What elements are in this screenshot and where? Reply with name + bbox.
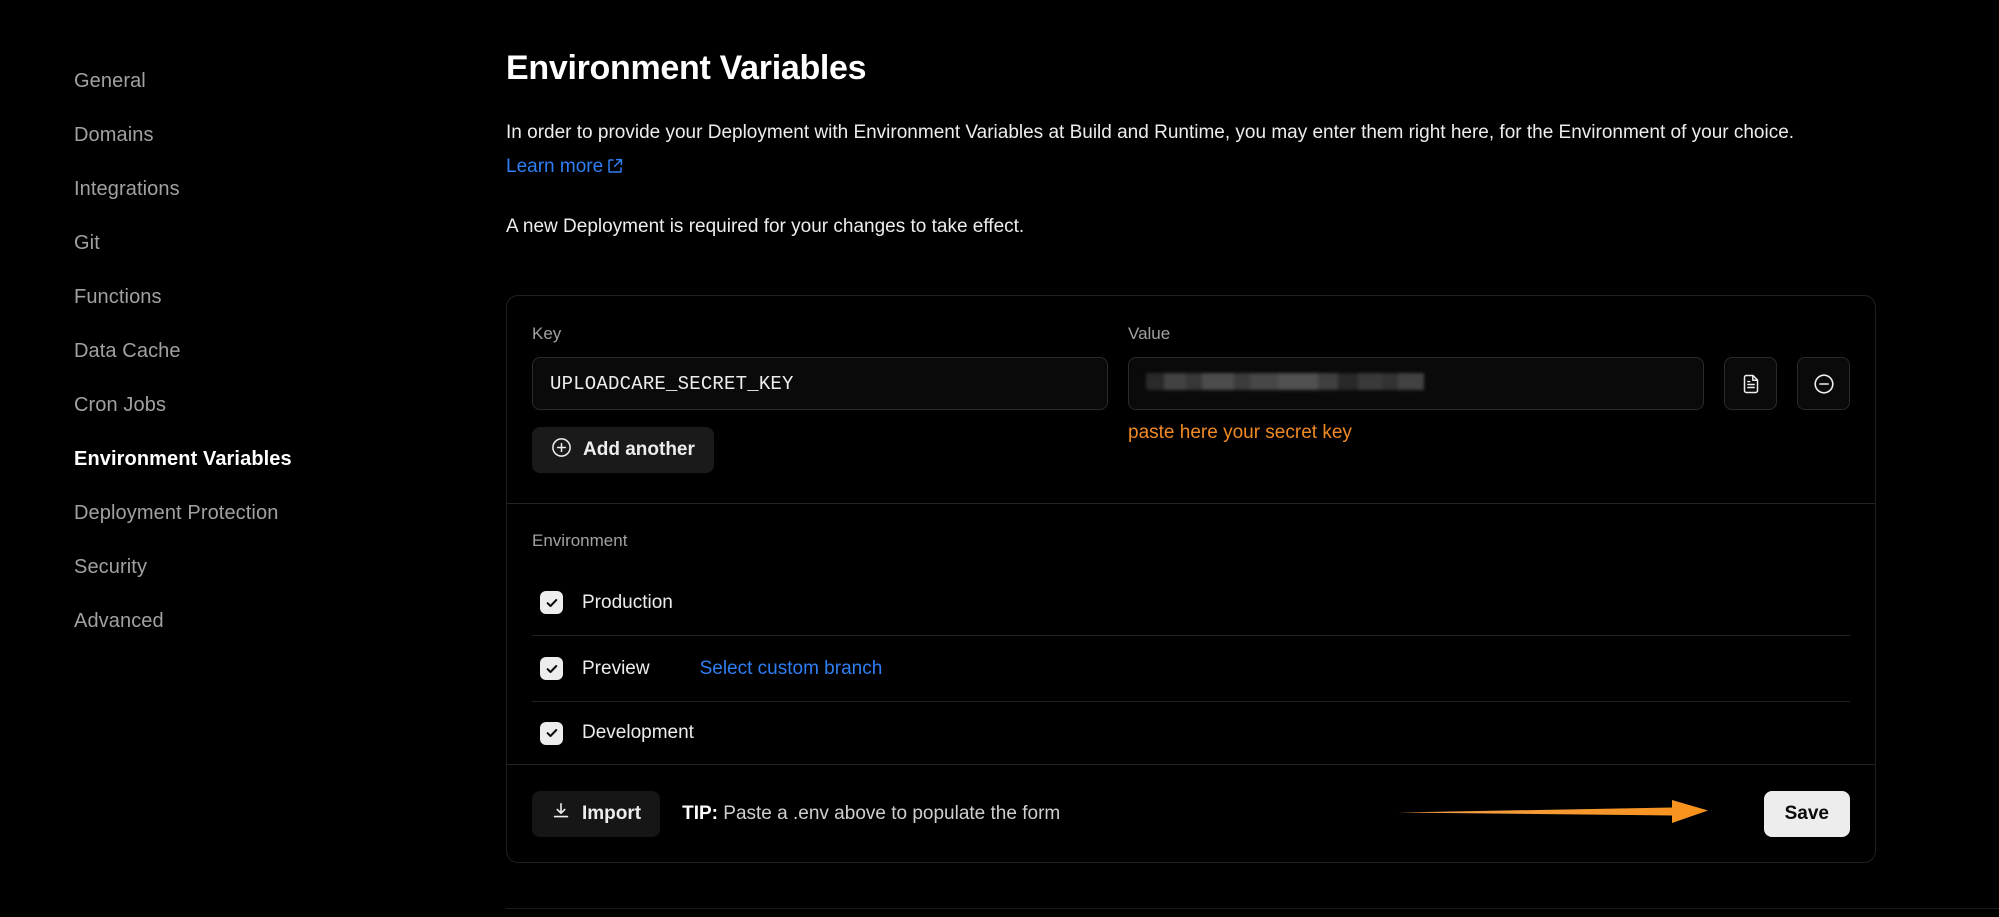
remove-variable-button[interactable] (1797, 357, 1850, 410)
save-button[interactable]: Save (1764, 791, 1850, 837)
import-label: Import (582, 803, 641, 825)
sidebar-item-functions[interactable]: Functions (0, 270, 420, 324)
add-another-button[interactable]: Add another (532, 427, 714, 473)
environment-label: Environment (532, 531, 1850, 551)
sidebar-item-label: Integrations (74, 178, 180, 201)
intro-paragraph: In order to provide your Deployment with… (506, 116, 1871, 186)
intro-text: In order to provide your Deployment with… (506, 122, 1794, 143)
page-title: Environment Variables (506, 46, 1886, 90)
environment-rows: Production Preview Select custom branch … (532, 570, 1850, 764)
select-custom-branch-link[interactable]: Select custom branch (700, 658, 883, 680)
sidebar-item-data-cache[interactable]: Data Cache (0, 324, 420, 378)
sidebar-item-domains[interactable]: Domains (0, 108, 420, 162)
environment-row-production: Production (532, 570, 1850, 636)
key-input[interactable]: UPLOADCARE_SECRET_KEY (532, 357, 1108, 410)
redacted-value-mask (1146, 373, 1424, 390)
sidebar-item-advanced[interactable]: Advanced (0, 594, 420, 648)
env-var-form-card: Key UPLOADCARE_SECRET_KEY Add another Va… (506, 295, 1876, 863)
environment-name-preview: Preview (582, 658, 650, 680)
sidebar-item-label: General (74, 70, 146, 93)
environment-section: Environment Production Preview Select cu… (507, 504, 1875, 764)
add-another-label: Add another (583, 439, 695, 461)
import-button[interactable]: Import (532, 791, 660, 837)
sidebar-item-git[interactable]: Git (0, 216, 420, 270)
sidebar-item-general[interactable]: General (0, 54, 420, 108)
value-label: Value (1128, 324, 1704, 344)
document-icon-button[interactable] (1724, 357, 1777, 410)
environment-row-preview: Preview Select custom branch (532, 636, 1850, 702)
minus-circle-icon (1812, 372, 1836, 396)
sidebar-item-label: Environment Variables (74, 448, 292, 471)
environment-name-production: Production (582, 592, 673, 614)
sidebar-item-deployment-protection[interactable]: Deployment Protection (0, 486, 420, 540)
sidebar-item-label: Domains (74, 124, 154, 147)
key-label: Key (532, 324, 1108, 344)
sidebar-item-label: Data Cache (74, 340, 181, 363)
settings-page: General Domains Integrations Git Functio… (0, 0, 1999, 917)
tip-text: TIP: Paste a .env above to populate the … (682, 803, 1060, 825)
sidebar-item-label: Advanced (74, 610, 164, 633)
tip-body: Paste a .env above to populate the form (718, 803, 1060, 824)
tip-prefix: TIP: (682, 803, 718, 824)
card-footer: Import TIP: Paste a .env above to popula… (507, 765, 1875, 862)
value-field-group: Value paste here your secret key (1128, 324, 1704, 444)
value-annotation-hint: paste here your secret key (1128, 422, 1704, 444)
settings-sidebar: General Domains Integrations Git Functio… (0, 54, 420, 648)
document-icon (1740, 373, 1762, 395)
sidebar-item-label: Git (74, 232, 100, 255)
learn-more-link[interactable]: Learn more (506, 156, 623, 177)
sidebar-item-cron-jobs[interactable]: Cron Jobs (0, 378, 420, 432)
sidebar-item-label: Security (74, 556, 147, 579)
learn-more-label: Learn more (506, 156, 603, 177)
key-value-section: Key UPLOADCARE_SECRET_KEY Add another Va… (507, 296, 1875, 503)
sidebar-item-label: Deployment Protection (74, 502, 278, 525)
download-icon (551, 801, 571, 827)
sidebar-item-security[interactable]: Security (0, 540, 420, 594)
sidebar-item-label: Functions (74, 286, 162, 309)
page-bottom-divider (506, 908, 1999, 909)
value-input[interactable] (1128, 357, 1704, 410)
checkbox-preview[interactable] (540, 657, 563, 680)
sidebar-item-environment-variables[interactable]: Environment Variables (0, 432, 420, 486)
environment-name-development: Development (582, 722, 694, 744)
deployment-required-note: A new Deployment is required for your ch… (506, 213, 1886, 241)
sidebar-item-integrations[interactable]: Integrations (0, 162, 420, 216)
checkbox-development[interactable] (540, 722, 563, 745)
plus-circle-icon (551, 437, 572, 464)
external-link-icon (607, 152, 623, 186)
environment-row-development: Development (532, 702, 1850, 764)
key-value-row: Key UPLOADCARE_SECRET_KEY Add another Va… (532, 324, 1850, 473)
key-field-group: Key UPLOADCARE_SECRET_KEY Add another (532, 324, 1108, 473)
sidebar-item-label: Cron Jobs (74, 394, 166, 417)
checkbox-production[interactable] (540, 591, 563, 614)
main-content-header: Environment Variables In order to provid… (506, 46, 1886, 241)
